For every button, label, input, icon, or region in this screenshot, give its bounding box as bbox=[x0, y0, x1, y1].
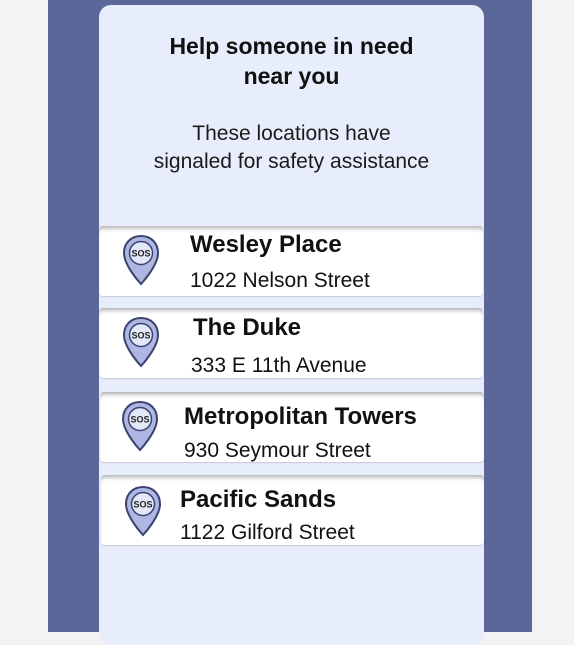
subtitle-line-1: These locations have bbox=[192, 122, 391, 145]
page-subtitle: These locations have signaled for safety… bbox=[99, 120, 484, 176]
location-name: Pacific Sands bbox=[180, 486, 337, 513]
location-address: 930 Seymour Street bbox=[184, 439, 371, 462]
svg-text:SOS: SOS bbox=[133, 500, 152, 510]
location-address: 333 E 11th Avenue bbox=[191, 354, 367, 377]
location-name: The Duke bbox=[193, 314, 302, 341]
sos-location-pin-icon: SOS bbox=[122, 234, 160, 286]
page-title: Help someone in need near you bbox=[99, 31, 484, 91]
location-name: Wesley Place bbox=[190, 231, 342, 258]
svg-text:SOS: SOS bbox=[131, 331, 150, 341]
location-card[interactable]: SOS Pacific Sands 1122 Gilford Street bbox=[101, 475, 484, 545]
title-line-1: Help someone in need bbox=[169, 33, 414, 59]
location-name: Metropolitan Towers bbox=[184, 403, 417, 430]
title-line-2: near you bbox=[243, 63, 340, 89]
subtitle-line-2: signaled for safety assistance bbox=[153, 150, 430, 173]
location-address: 1122 Gilford Street bbox=[180, 521, 355, 544]
location-card[interactable]: SOS Metropolitan Towers 930 Seymour Stre… bbox=[100, 392, 484, 462]
svg-text:SOS: SOS bbox=[130, 415, 149, 425]
location-card[interactable]: SOS Wesley Place 1022 Nelson Street bbox=[99, 226, 483, 296]
sos-location-pin-icon: SOS bbox=[121, 400, 159, 452]
location-card[interactable]: SOS The Duke 333 E 11th Avenue bbox=[99, 308, 483, 378]
sos-location-pin-icon: SOS bbox=[122, 316, 160, 368]
location-address: 1022 Nelson Street bbox=[190, 269, 370, 292]
sos-location-pin-icon: SOS bbox=[124, 485, 162, 537]
svg-text:SOS: SOS bbox=[131, 249, 150, 259]
